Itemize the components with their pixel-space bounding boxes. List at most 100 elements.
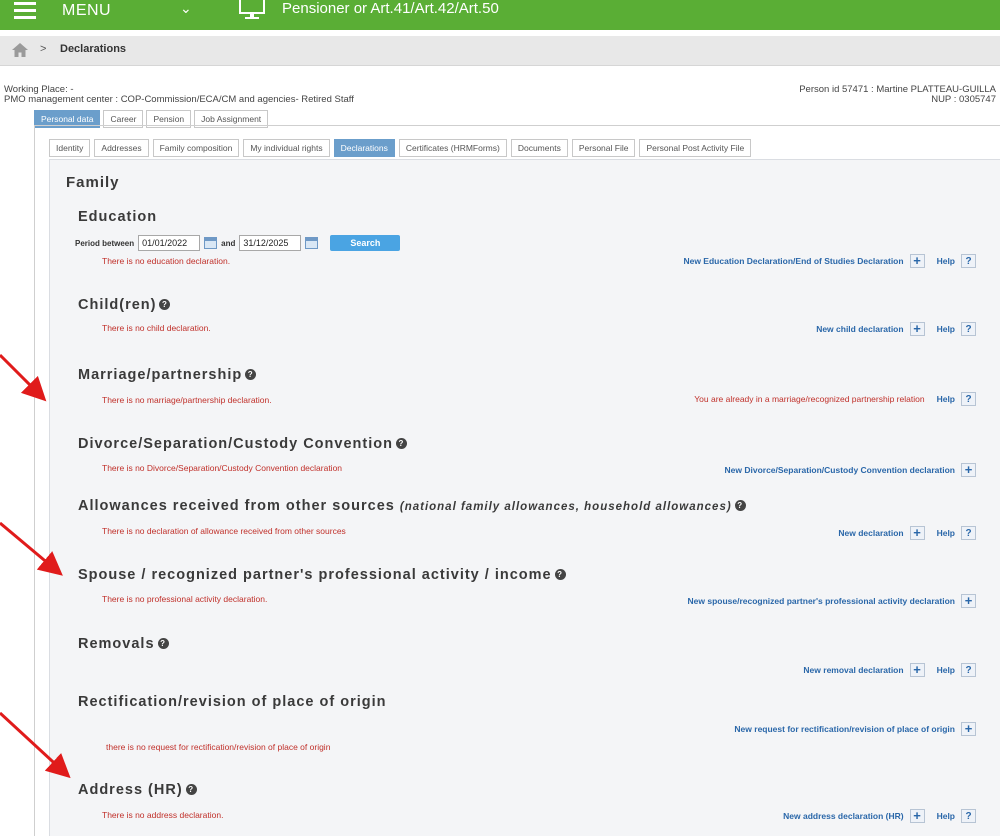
new-removal-declaration-link[interactable]: New removal declaration — [803, 665, 903, 675]
tab-documents[interactable]: Documents — [510, 139, 568, 157]
new-spouse-activity-declaration-link[interactable]: New spouse/recognized partner's professi… — [688, 596, 956, 606]
info-icon[interactable]: ? — [245, 369, 257, 380]
menu-label[interactable]: MENU — [62, 2, 111, 20]
help-link[interactable]: Help — [937, 811, 955, 821]
plus-icon[interactable]: + — [909, 254, 925, 268]
role-status-label: Pensioner or Art.41/Art.42/Art.50 — [282, 0, 499, 17]
allowances-empty-message: There is no declaration of allowance rec… — [102, 526, 346, 536]
education-title: Education — [78, 209, 158, 225]
calendar-icon[interactable] — [204, 237, 218, 249]
divorce-empty-message: There is no Divorce/Separation/Custody C… — [102, 463, 343, 473]
new-allowance-declaration-link[interactable]: New declaration — [838, 528, 903, 538]
sub-tabs: Identity Addresses Family composition My… — [49, 139, 752, 157]
children-empty-message: There is no child declaration. — [102, 323, 211, 333]
address-hr-title: Address (HR) — [78, 782, 183, 798]
spouse-activity-actions: New spouse/recognized partner's professi… — [688, 594, 976, 608]
search-button[interactable]: Search — [330, 235, 401, 251]
marriage-actions: You are already in a marriage/recognized… — [694, 392, 976, 406]
rectification-actions: New request for rectification/revision o… — [734, 722, 976, 736]
plus-icon[interactable]: + — [961, 463, 976, 477]
info-icon[interactable]: ? — [157, 638, 169, 649]
marriage-warning-message: You are already in a marriage/recognized… — [694, 394, 925, 404]
calendar-icon[interactable] — [305, 237, 319, 249]
chevron-down-icon[interactable]: ⌄ — [180, 0, 192, 17]
spouse-activity-title: Spouse / recognized partner's profession… — [78, 567, 552, 583]
tab-individual-rights[interactable]: My individual rights — [243, 139, 330, 157]
marriage-title: Marriage/partnership — [78, 367, 243, 383]
children-title: Child(ren) — [78, 297, 157, 313]
tab-personal-post-activity-file[interactable]: Personal Post Activity File — [639, 139, 752, 157]
address-hr-empty-message: There is no address declaration. — [102, 810, 224, 820]
spouse-activity-heading: Spouse / recognized partner's profession… — [78, 567, 566, 583]
rectification-empty-message: there is no request for rectification/re… — [106, 742, 331, 752]
pmo-management-center: PMO management center : COP-Commission/E… — [4, 94, 354, 105]
info-icon[interactable]: ? — [395, 438, 407, 449]
hamburger-menu-icon[interactable] — [14, 2, 36, 19]
new-education-declaration-link[interactable]: New Education Declaration/End of Studies… — [683, 256, 903, 266]
period-filter: Period between and Search — [75, 235, 401, 251]
tab-family-composition[interactable]: Family composition — [152, 139, 240, 157]
period-to-input[interactable] — [239, 235, 302, 251]
help-question-icon[interactable]: ? — [961, 392, 976, 406]
children-heading: Child(ren)? — [78, 297, 171, 313]
plus-icon[interactable]: + — [961, 722, 976, 736]
new-address-declaration-link[interactable]: New address declaration (HR) — [783, 811, 903, 821]
info-icon[interactable]: ? — [185, 784, 197, 795]
family-heading: Family — [66, 174, 120, 191]
tab-declarations[interactable]: Declarations — [333, 139, 395, 157]
rectification-heading: Rectification/revision of place of origi… — [78, 694, 387, 710]
help-link[interactable]: Help — [937, 665, 955, 675]
help-question-icon[interactable]: ? — [961, 322, 976, 336]
info-icon[interactable]: ? — [554, 569, 566, 580]
removals-title: Removals — [78, 636, 155, 652]
education-empty-message: There is no education declaration. — [102, 256, 231, 266]
rectification-title: Rectification/revision of place of origi… — [78, 694, 387, 710]
removals-actions: New removal declaration + Help ? — [803, 663, 976, 677]
help-link[interactable]: Help — [937, 528, 955, 538]
home-icon[interactable] — [12, 43, 28, 57]
allowances-title: Allowances received from other sources — [78, 498, 395, 514]
info-icon[interactable]: ? — [159, 299, 171, 310]
new-divorce-declaration-link[interactable]: New Divorce/Separation/Custody Conventio… — [725, 465, 956, 475]
plus-icon[interactable]: + — [909, 663, 925, 677]
top-bar: MENU ⌄ Pensioner or Art.41/Art.42/Art.50 — [0, 0, 1000, 30]
period-from-input[interactable] — [138, 235, 201, 251]
education-heading: Education — [78, 209, 157, 225]
divorce-title: Divorce/Separation/Custody Convention — [78, 436, 393, 452]
help-question-icon[interactable]: ? — [961, 663, 976, 677]
tab-certificates[interactable]: Certificates (HRMForms) — [398, 139, 507, 157]
spouse-activity-empty-message: There is no professional activity declar… — [102, 594, 268, 604]
allowances-actions: New declaration + Help ? — [838, 526, 976, 540]
plus-icon[interactable]: + — [909, 809, 925, 823]
plus-icon[interactable]: + — [909, 526, 925, 540]
address-hr-heading: Address (HR)? — [78, 782, 197, 798]
plus-icon[interactable]: + — [961, 594, 976, 608]
new-child-declaration-link[interactable]: New child declaration — [816, 324, 903, 334]
help-link[interactable]: Help — [937, 256, 955, 266]
tab-addresses[interactable]: Addresses — [94, 139, 149, 157]
children-actions: New child declaration + Help ? — [816, 322, 976, 336]
allowances-heading: Allowances received from other sources (… — [78, 498, 746, 514]
marriage-empty-message: There is no marriage/partnership declara… — [102, 395, 272, 405]
info-icon[interactable]: ? — [734, 500, 746, 511]
help-link[interactable]: Help — [937, 324, 955, 334]
period-and-label: and — [221, 238, 236, 248]
tab-personal-file[interactable]: Personal File — [571, 139, 636, 157]
address-hr-actions: New address declaration (HR) + Help ? — [783, 809, 976, 823]
plus-icon[interactable]: + — [909, 322, 925, 336]
period-between-label: Period between — [75, 238, 135, 248]
breadcrumb-current: Declarations — [60, 43, 127, 55]
monitor-icon — [239, 0, 265, 19]
tab-identity[interactable]: Identity — [49, 139, 91, 157]
divorce-heading: Divorce/Separation/Custody Convention? — [78, 436, 407, 452]
breadcrumb: > Declarations — [0, 36, 1000, 66]
allowances-note: (national family allowances, household a… — [399, 501, 732, 513]
help-question-icon[interactable]: ? — [961, 809, 976, 823]
help-link[interactable]: Help — [937, 394, 955, 404]
breadcrumb-separator: > — [40, 43, 47, 55]
marriage-heading: Marriage/partnership? — [78, 367, 257, 383]
help-question-icon[interactable]: ? — [961, 254, 976, 268]
nup-number: NUP : 0305747 — [931, 94, 996, 105]
new-rectification-request-link[interactable]: New request for rectification/revision o… — [734, 724, 955, 734]
help-question-icon[interactable]: ? — [961, 526, 976, 540]
